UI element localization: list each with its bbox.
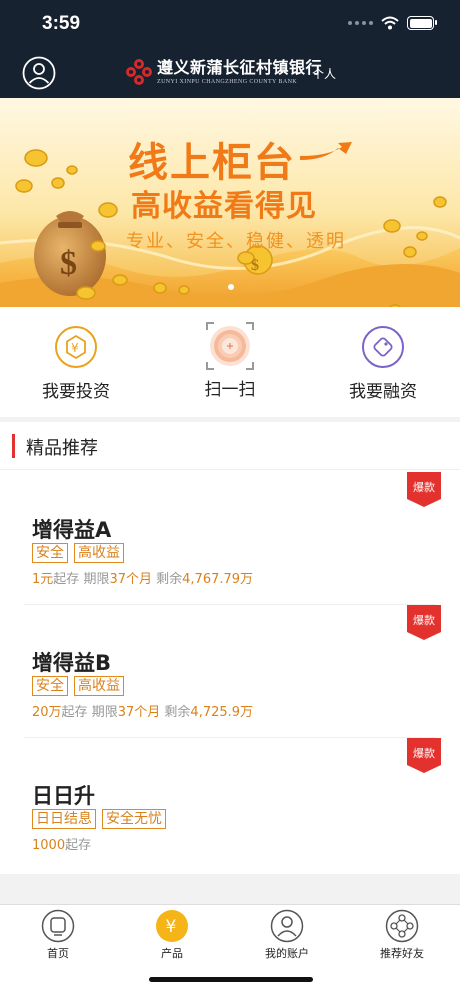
svg-text:¥: ¥	[71, 341, 79, 355]
bank-name-cn: 遵义新蒲长征村镇银行	[157, 58, 323, 77]
quick-action-scan[interactable]: 扫一扫	[170, 322, 290, 400]
top-navbar: 遵义新蒲长征村镇银行 ZUNYI XINPU CHANGZHENG COUNTY…	[0, 50, 460, 98]
home-indicator	[149, 977, 313, 982]
product-name: 增得益B	[32, 651, 112, 675]
product-term: 37个月	[109, 572, 152, 587]
product-min-deposit: 1元	[32, 572, 54, 587]
product-name: 日日升	[32, 784, 95, 808]
banner-tagline: 专业、安全、稳健、透明	[126, 231, 346, 252]
home-icon	[41, 909, 75, 943]
section-title: 精品推荐	[26, 438, 98, 459]
product-tag: 安全	[32, 543, 68, 563]
product-min-suffix: 起存	[53, 572, 80, 587]
product-min-suffix: 起存	[65, 838, 92, 853]
mode-label[interactable]: 个人	[312, 65, 336, 82]
tab-label: 产品	[161, 947, 183, 960]
product-min-deposit: 20万	[32, 705, 62, 720]
battery-icon	[407, 16, 437, 30]
product-meta: 1000起存	[32, 834, 91, 853]
product-remain: 4,725.9万	[190, 705, 254, 720]
yuan-icon: ¥	[156, 910, 188, 942]
wifi-icon	[381, 16, 399, 30]
user-icon	[270, 909, 304, 943]
share-network-icon	[385, 909, 419, 943]
banner-subtitle: 高收益看得见	[131, 189, 317, 224]
tab-label: 推荐好友	[380, 947, 424, 960]
hot-badge-label: 爆款	[413, 747, 435, 760]
hot-badge-label: 爆款	[413, 481, 435, 494]
bottom-tabbar: 首页 ¥ 产品 我的账户 推荐好友	[0, 904, 460, 996]
tab-label: 我的账户	[265, 947, 309, 960]
banner-page-indicator	[228, 284, 234, 290]
hot-badge: 爆款	[407, 472, 441, 507]
section-accent-bar	[12, 434, 15, 458]
product-tag: 高收益	[74, 676, 124, 696]
quick-action-invest[interactable]: ¥ 我要投资	[16, 325, 136, 402]
hot-badge: 爆款	[407, 738, 441, 773]
product-min-deposit: 1000	[32, 838, 66, 853]
product-card[interactable]: 爆款 增得益A 安全 高收益 1元起存 期限37个月 剩余4,767.79万	[24, 472, 441, 605]
product-tag: 高收益	[74, 543, 124, 563]
product-tags: 安全 高收益	[32, 676, 124, 696]
quick-action-label: 扫一扫	[204, 380, 256, 400]
banner-title: 线上柜台	[128, 140, 296, 186]
product-term-prefix: 期限	[91, 705, 118, 720]
product-meta: 1元起存 期限37个月 剩余4,767.79万	[32, 568, 253, 587]
bank-logo: 遵义新蒲长征村镇银行 ZUNYI XINPU CHANGZHENG COUNTY…	[125, 58, 322, 86]
status-time: 3:59	[42, 13, 81, 34]
promo-banner[interactable]: $ $ 线上柜台 高收益看得见 专业、安全、稳健、透明	[0, 98, 460, 307]
svg-text:$: $	[251, 257, 259, 274]
product-tag: 安全	[32, 676, 68, 696]
profile-avatar-icon[interactable]	[22, 56, 56, 90]
hot-badge-label: 爆款	[413, 614, 435, 627]
quick-action-label: 我要投资	[42, 382, 110, 402]
product-remain-prefix: 剩余	[156, 572, 183, 587]
product-tag: 安全无忧	[102, 809, 166, 829]
product-term-prefix: 期限	[83, 572, 110, 587]
svg-text:$: $	[60, 245, 77, 282]
diamond-icon	[362, 326, 404, 368]
product-name: 增得益A	[32, 518, 112, 542]
bank-name-en: ZUNYI XINPU CHANGZHENG COUNTY BANK	[157, 79, 298, 85]
tab-label: 首页	[47, 947, 69, 960]
hot-badge: 爆款	[407, 605, 441, 640]
product-term: 37个月	[117, 705, 161, 720]
section-header: 精品推荐	[0, 422, 460, 470]
tab-products[interactable]: ¥ 产品	[132, 909, 212, 961]
product-tags: 日日结息 安全无忧	[32, 809, 166, 829]
tab-account[interactable]: 我的账户	[247, 909, 327, 961]
product-remain: 4,767.79万	[182, 572, 254, 587]
svg-text:¥: ¥	[166, 917, 177, 937]
product-meta: 20万起存 期限37个月 剩余4,725.9万	[32, 701, 253, 720]
scan-icon	[206, 322, 254, 370]
product-card[interactable]: 爆款 日日升 日日结息 安全无忧 1000起存	[24, 738, 441, 871]
status-bar: 3:59	[0, 0, 460, 50]
product-tags: 安全 高收益	[32, 543, 124, 563]
yuan-hexagon-icon: ¥	[55, 326, 97, 368]
product-remain-prefix: 剩余	[164, 705, 191, 720]
quick-action-label: 我要融资	[349, 382, 417, 402]
bank-emblem-icon	[126, 59, 152, 85]
signal-icon	[348, 21, 373, 25]
status-icons	[348, 16, 437, 30]
product-tag: 日日结息	[32, 809, 96, 829]
product-card[interactable]: 爆款 增得益B 安全 高收益 20万起存 期限37个月 剩余4,725.9万	[24, 605, 441, 738]
tab-refer[interactable]: 推荐好友	[362, 909, 442, 961]
tab-home[interactable]: 首页	[18, 909, 98, 961]
quick-actions: ¥ 我要投资 扫一扫 我要融资	[0, 307, 460, 417]
featured-products: 精品推荐 爆款 增得益A 安全 高收益 1元起存 期限37个月 剩余4,767.…	[0, 422, 460, 874]
product-min-suffix: 起存	[61, 705, 88, 720]
quick-action-finance[interactable]: 我要融资	[323, 325, 443, 402]
